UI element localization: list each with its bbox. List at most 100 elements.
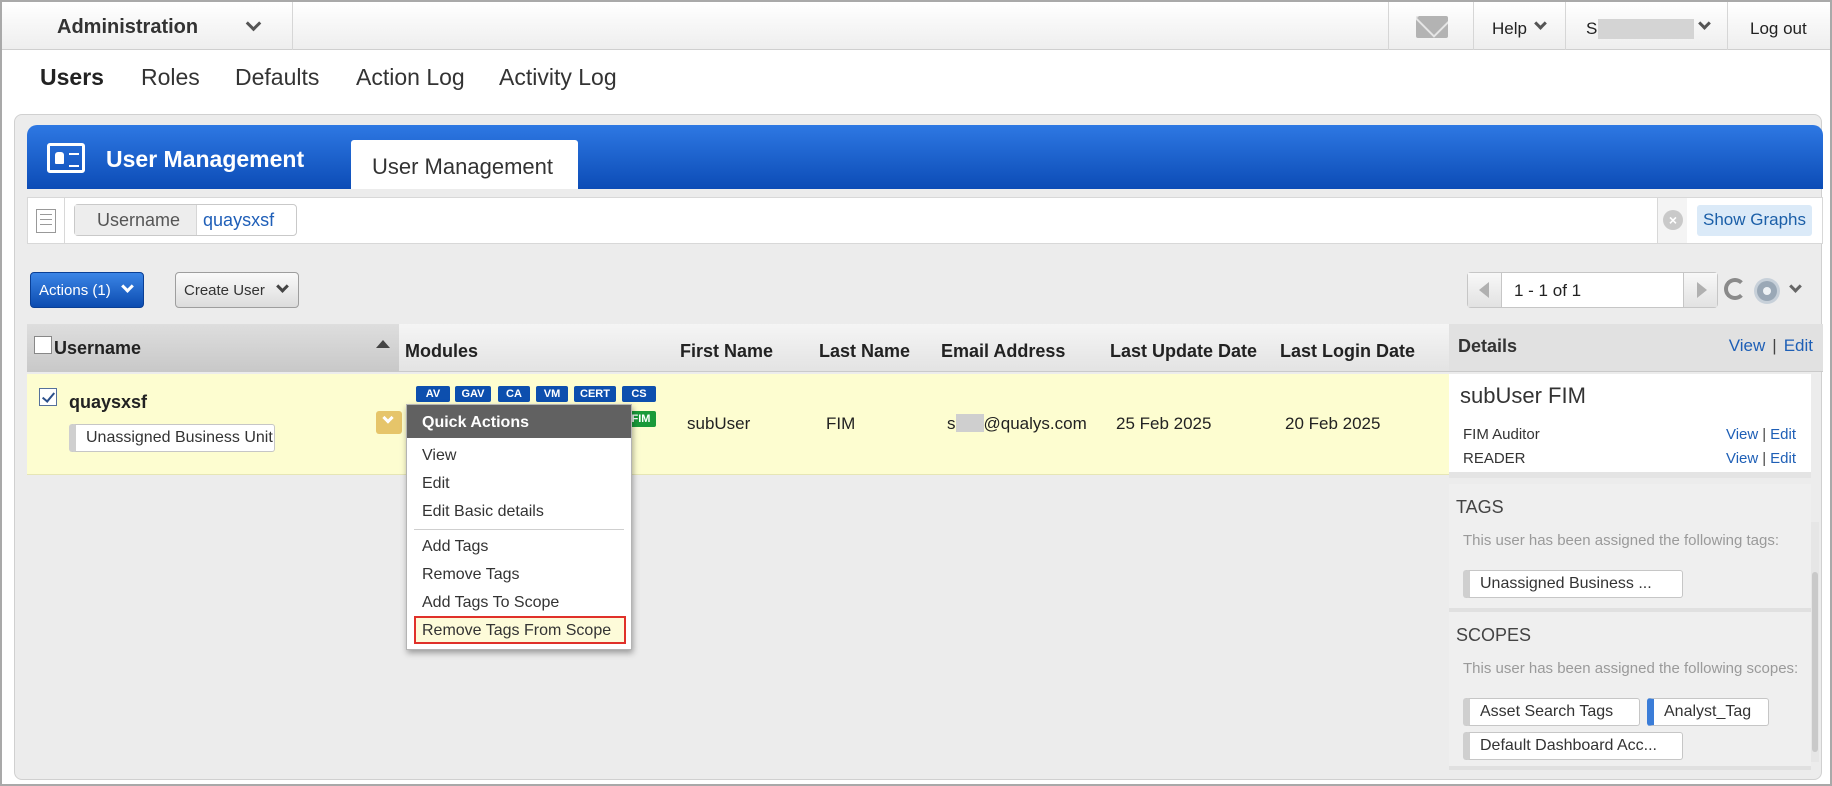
- chevron-down-icon: [276, 280, 289, 293]
- show-graphs-button[interactable]: Show Graphs: [1697, 205, 1812, 236]
- menu-item-add-tags[interactable]: Add Tags: [422, 538, 488, 556]
- column-header-email[interactable]: Email Address: [941, 341, 1065, 362]
- gear-icon[interactable]: [1757, 281, 1777, 301]
- app-window: Administration Help S Log out Users Role…: [0, 0, 1832, 786]
- module-badge: VM: [536, 386, 568, 402]
- module-badge: AV: [416, 386, 450, 402]
- chevron-down-icon: [382, 412, 394, 424]
- search-filter-bar: Username quaysxsf × Show Graphs: [27, 197, 1823, 244]
- chevron-down-icon: [121, 280, 134, 293]
- details-roles-list: FIM Auditor View | Edit READER View | Edit: [1449, 414, 1811, 478]
- scope-chip: Asset Search Tags: [1463, 698, 1640, 726]
- last-update-cell: 25 Feb 2025: [1116, 414, 1212, 433]
- banner-title: User Management: [106, 146, 305, 172]
- menu-item-edit-basic-details[interactable]: Edit Basic details: [422, 503, 544, 521]
- main-nav: Users Roles Defaults Action Log Activity…: [2, 50, 1830, 106]
- menu-item-remove-tags[interactable]: Remove Tags: [422, 566, 520, 584]
- module-badge: CS: [622, 386, 656, 402]
- tags-heading: TAGS: [1456, 497, 1504, 517]
- help-menu[interactable]: Help: [1473, 2, 1565, 50]
- filter-token[interactable]: Username quaysxsf: [74, 204, 298, 236]
- quick-actions-menu: Quick Actions View Edit Edit Basic detai…: [406, 404, 632, 650]
- role-view-link[interactable]: View: [1726, 450, 1758, 467]
- nav-item-activity-log[interactable]: Activity Log: [499, 64, 617, 91]
- module-badge: CA: [498, 386, 530, 402]
- module-selector-label: Administration: [57, 16, 199, 38]
- details-title: Details: [1458, 336, 1518, 356]
- row-checkbox[interactable]: [39, 388, 57, 406]
- close-icon: ×: [1663, 210, 1683, 230]
- menu-item-remove-tags-from-scope[interactable]: Remove Tags From Scope: [414, 616, 626, 644]
- redacted-email: [955, 414, 984, 432]
- module-badge: GAV: [455, 386, 491, 402]
- nav-item-defaults[interactable]: Defaults: [235, 64, 319, 91]
- nav-item-roles[interactable]: Roles: [141, 64, 200, 91]
- list-icon[interactable]: [36, 209, 56, 233]
- tab-label: User Management: [372, 154, 553, 179]
- role-edit-link[interactable]: Edit: [1770, 450, 1796, 467]
- clear-search-button[interactable]: ×: [1657, 198, 1687, 243]
- scope-chip: Analyst_Tag: [1647, 698, 1769, 726]
- divider: [64, 198, 65, 243]
- business-unit-tag: Unassigned Business Unit: [69, 424, 275, 452]
- role-actions: View | Edit: [1725, 450, 1796, 467]
- section-banner: User Management User Management: [27, 125, 1823, 189]
- column-header-username[interactable]: Username: [27, 324, 399, 372]
- details-header: Details View | Edit: [1449, 324, 1823, 372]
- details-view-link[interactable]: View: [1729, 336, 1766, 355]
- role-name: FIM Auditor: [1463, 426, 1540, 443]
- table-header: Username Modules First Name Last Name Em…: [27, 324, 1449, 372]
- first-name-cell: subUser: [687, 414, 751, 433]
- role-edit-link[interactable]: Edit: [1770, 426, 1796, 443]
- header-label: Username: [54, 338, 142, 358]
- filter-token-field: Username: [75, 205, 198, 235]
- actions-label: Actions (1): [39, 282, 111, 299]
- role-view-link[interactable]: View: [1726, 426, 1758, 443]
- tags-description: This user has been assigned the followin…: [1463, 532, 1780, 549]
- next-page-button[interactable]: [1683, 273, 1717, 307]
- chevron-down-icon: [1698, 17, 1711, 30]
- logout-label: Log out: [1750, 19, 1807, 38]
- module-selector[interactable]: Administration: [2, 2, 293, 50]
- chevron-down-icon: [1534, 17, 1547, 30]
- username-cell: quaysxsf: [69, 392, 148, 412]
- create-user-label: Create User: [184, 282, 265, 299]
- details-edit-link[interactable]: Edit: [1784, 336, 1813, 355]
- tag-chip: Unassigned Business ...: [1463, 570, 1683, 598]
- sort-ascending-icon[interactable]: [376, 340, 390, 348]
- prev-page-button[interactable]: [1468, 273, 1502, 307]
- messages-button[interactable]: [1388, 2, 1473, 50]
- menu-divider: [414, 529, 624, 530]
- refresh-icon[interactable]: [1724, 278, 1746, 300]
- column-header-modules: Modules: [405, 341, 479, 361]
- create-user-button[interactable]: Create User: [175, 272, 299, 308]
- details-scrollbar[interactable]: [1811, 522, 1819, 762]
- module-badge: CERT: [574, 386, 616, 402]
- role-actions: View | Edit: [1725, 426, 1796, 443]
- filter-token-value: quaysxsf: [197, 205, 297, 235]
- table-row[interactable]: quaysxsf Unassigned Business Unit AV GAV…: [27, 374, 1449, 475]
- column-header-last-name[interactable]: Last Name: [819, 341, 910, 362]
- column-header-last-login[interactable]: Last Login Date: [1280, 341, 1415, 362]
- select-all-checkbox[interactable]: [34, 336, 52, 354]
- row-actions-dropdown[interactable]: [376, 411, 402, 434]
- column-header-last-update[interactable]: Last Update Date: [1110, 341, 1257, 362]
- details-user-name: subUser FIM: [1460, 383, 1586, 408]
- actions-button[interactable]: Actions (1): [30, 272, 144, 308]
- details-actions: View | Edit: [1728, 336, 1813, 355]
- nav-item-action-log[interactable]: Action Log: [356, 64, 465, 91]
- quick-actions-title: Quick Actions: [407, 405, 631, 438]
- page-range[interactable]: 1 - 1 of 1: [1514, 281, 1581, 301]
- nav-item-users[interactable]: Users: [40, 64, 104, 91]
- email-cell: s @qualys.com: [947, 414, 1087, 434]
- menu-item-view[interactable]: View: [422, 447, 456, 465]
- menu-item-edit[interactable]: Edit: [422, 475, 450, 493]
- logout-link[interactable]: Log out: [1727, 2, 1830, 50]
- redacted-username: [1598, 19, 1694, 39]
- column-header-first-name[interactable]: First Name: [680, 341, 773, 362]
- user-menu[interactable]: S: [1565, 2, 1727, 50]
- menu-item-add-tags-to-scope[interactable]: Add Tags To Scope: [422, 594, 559, 612]
- help-label: Help: [1492, 19, 1527, 38]
- chevron-down-icon: [245, 15, 262, 32]
- tab-user-management[interactable]: User Management: [351, 140, 578, 189]
